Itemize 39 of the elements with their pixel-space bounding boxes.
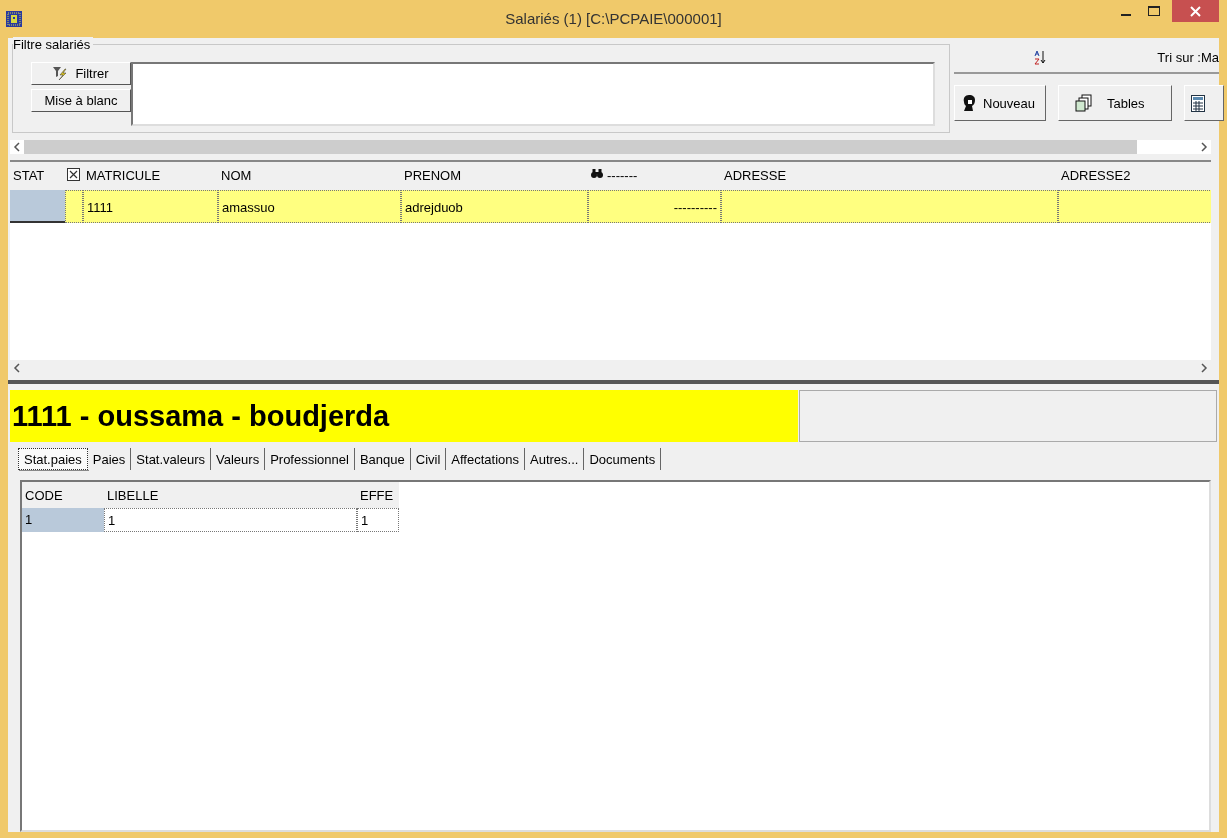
filter-button[interactable]: Filtrer: [31, 62, 131, 85]
calculator-icon: [1191, 94, 1205, 112]
column-header[interactable]: LIBELLE: [107, 488, 159, 503]
sort-label: Tri sur :Ma: [1157, 49, 1219, 65]
new-button[interactable]: Nouveau: [954, 85, 1046, 121]
table-cell: 1111: [83, 190, 218, 223]
calculator-button[interactable]: [1184, 85, 1224, 121]
column-header[interactable]: -------: [607, 168, 638, 190]
funnel-icon: [53, 67, 70, 80]
column-header[interactable]: ADRESSE: [724, 168, 787, 190]
sort-icon[interactable]: [1034, 49, 1046, 65]
table-row[interactable]: 1111 amassuo adrejduob ----------: [10, 190, 1211, 223]
table-cell: adrejduob: [401, 190, 588, 223]
close-button[interactable]: [1172, 0, 1219, 22]
employee-banner: 1111 - oussama - boudjerda: [10, 390, 798, 442]
window-title: Salariés (1) [C:\PCPAIE\000001]: [505, 10, 722, 27]
horizontal-scrollbar[interactable]: [10, 140, 1211, 154]
tab[interactable]: Paies: [87, 448, 132, 470]
table-cell: 1: [357, 508, 399, 532]
app-icon: [6, 11, 22, 27]
person-icon: [961, 94, 977, 112]
table-cell: 1: [104, 508, 357, 532]
column-header[interactable]: NOM: [221, 168, 252, 190]
binoculars-icon: [591, 168, 603, 179]
checkbox[interactable]: [67, 168, 80, 181]
clear-button[interactable]: Mise à blanc: [31, 89, 131, 112]
table-cell: amassuo: [218, 190, 401, 223]
tables-button[interactable]: Tables: [1058, 85, 1172, 121]
filter-field[interactable]: [131, 62, 935, 126]
table-cell: ----------: [588, 190, 721, 223]
close-icon: [1190, 5, 1201, 17]
table-cell: 1: [22, 508, 104, 532]
minimize-icon: [1121, 14, 1131, 16]
table-cell: [65, 190, 83, 223]
tab[interactable]: Stat.paies: [18, 448, 88, 470]
maximize-icon: [1148, 6, 1160, 16]
group-label: Filtre salariés: [13, 37, 94, 52]
table-cell: [10, 190, 65, 223]
documents-icon: [1075, 94, 1093, 112]
